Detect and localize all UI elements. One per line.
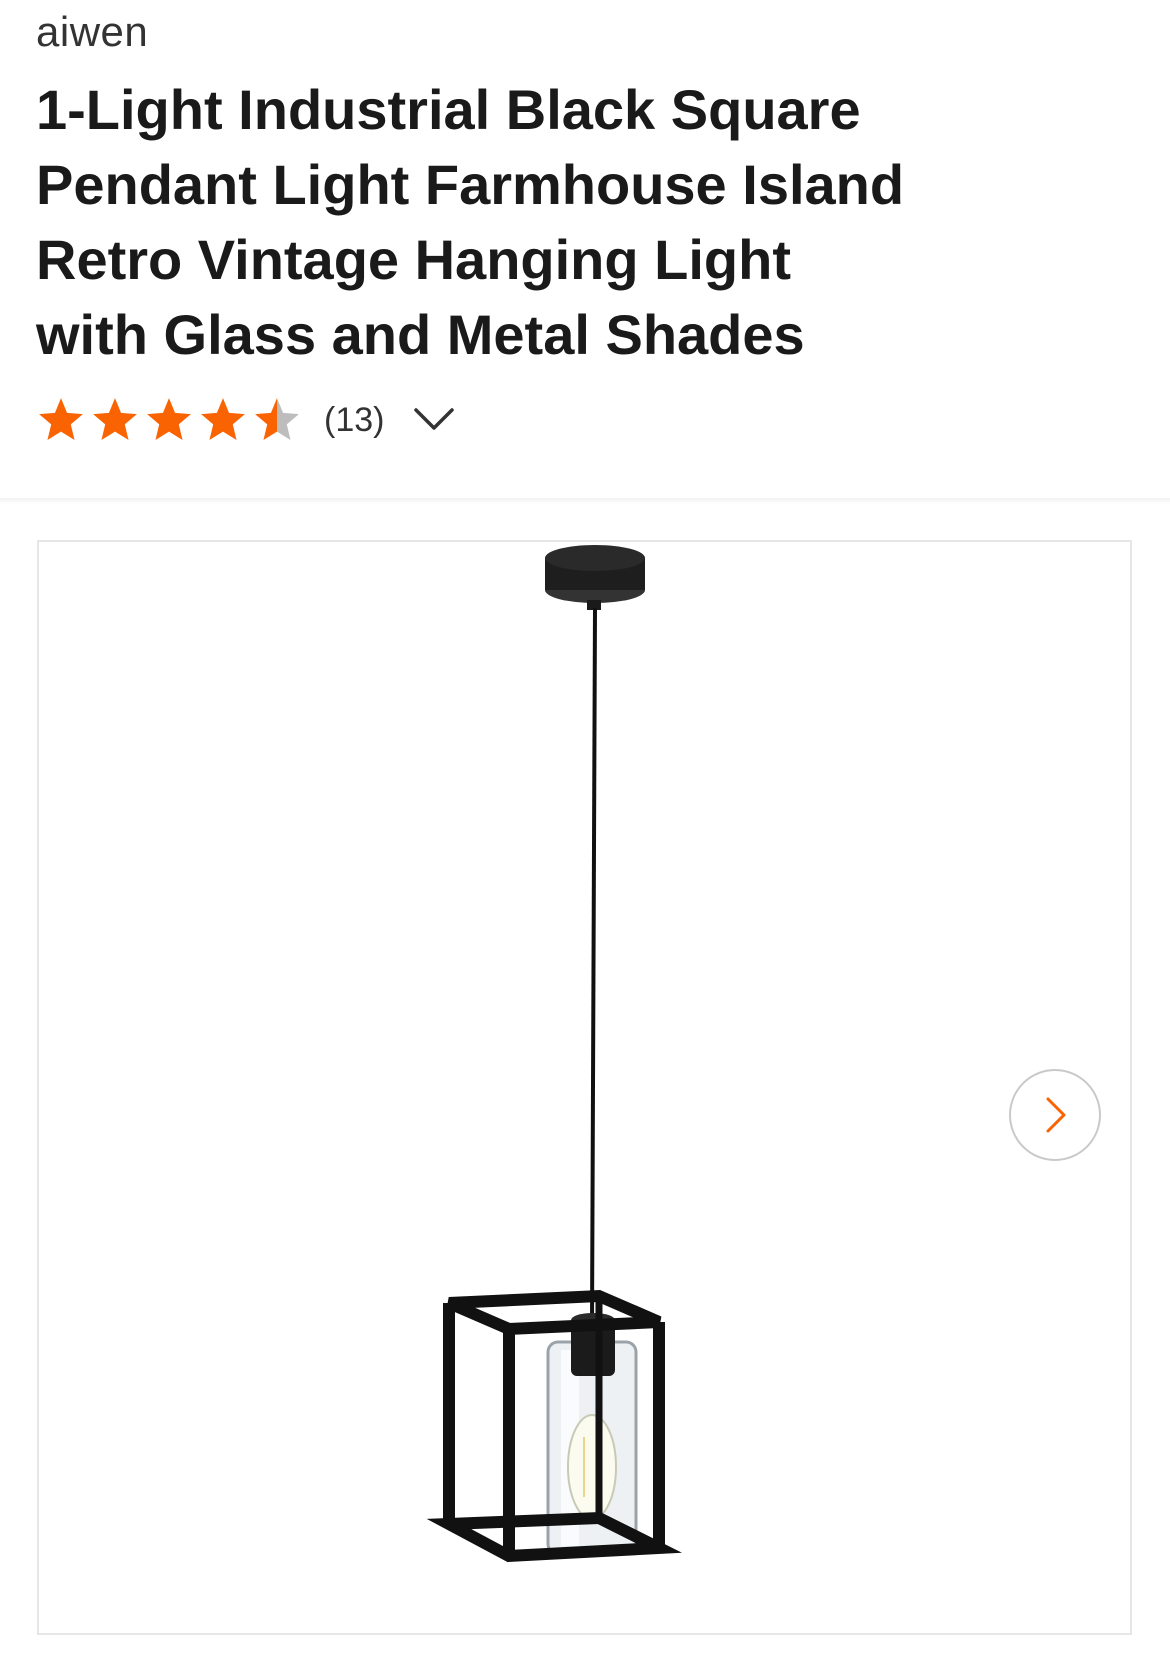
section-divider — [0, 498, 1170, 504]
review-count[interactable]: (13) — [324, 401, 384, 440]
star-rating[interactable] — [36, 395, 302, 445]
product-title-line: Pendant Light Farmhouse Island — [36, 153, 905, 216]
brand-name[interactable]: aiwen — [36, 8, 148, 56]
star-icon — [39, 398, 83, 440]
product-title-line: 1-Light Industrial Black Square — [36, 78, 861, 141]
star-icon — [93, 398, 137, 440]
half-star-icon — [255, 398, 299, 440]
product-image — [426, 545, 682, 1563]
product-title-line: Retro Vintage Hanging Light — [36, 228, 791, 291]
product-title: 1-Light Industrial Black Square Pendant … — [36, 72, 1046, 372]
rating-row[interactable]: (13) — [36, 392, 458, 448]
star-icon — [147, 398, 191, 440]
next-image-button[interactable] — [1009, 1069, 1101, 1161]
product-title-line: with Glass and Metal Shades — [36, 303, 805, 366]
chevron-right-icon — [1046, 1097, 1066, 1133]
star-icon — [201, 398, 245, 440]
chevron-down-icon[interactable] — [410, 396, 458, 444]
product-image-gallery[interactable] — [37, 540, 1132, 1635]
